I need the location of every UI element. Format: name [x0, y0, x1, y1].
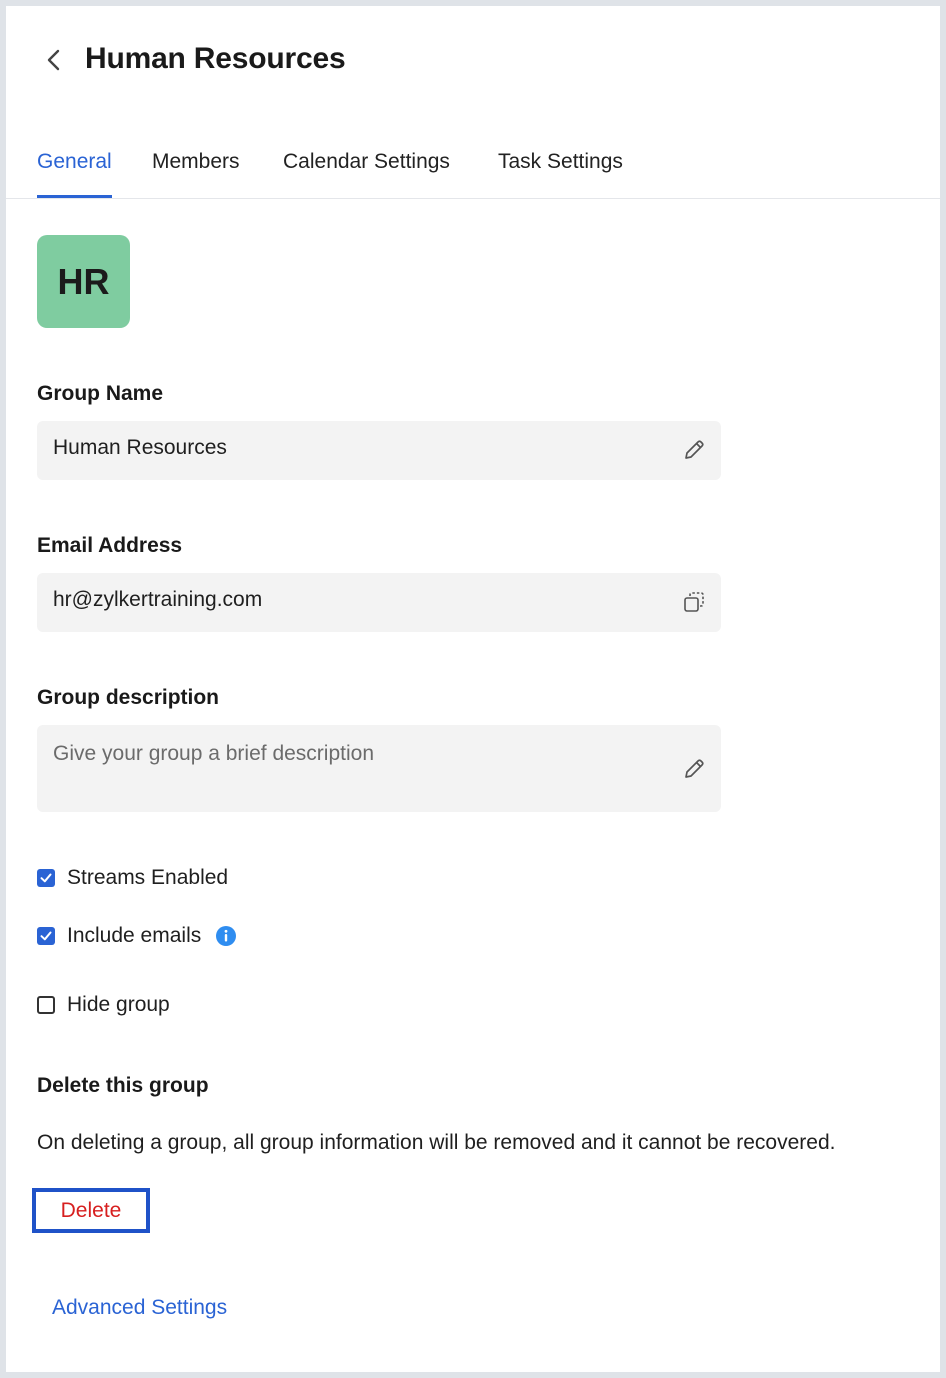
- include-emails-label: Include emails: [67, 924, 202, 947]
- checkmark-icon: [40, 873, 52, 883]
- delete-section-heading: Delete this group: [37, 1074, 209, 1097]
- tab-task-settings[interactable]: Task Settings: [498, 150, 623, 196]
- email-field[interactable]: hr@zylkertraining.com: [37, 573, 721, 632]
- group-name-field[interactable]: Human Resources: [37, 421, 721, 480]
- pencil-icon[interactable]: [681, 437, 707, 463]
- email-value: hr@zylkertraining.com: [53, 588, 263, 611]
- copy-icon[interactable]: [681, 589, 707, 615]
- include-emails-option: Include emails: [37, 921, 237, 951]
- info-icon[interactable]: [215, 925, 237, 947]
- tab-bar: General Members Calendar Settings Task S…: [6, 144, 940, 199]
- streams-enabled-label: Streams Enabled: [67, 866, 229, 889]
- group-avatar[interactable]: HR: [37, 235, 130, 328]
- streams-enabled-option: Streams Enabled: [37, 863, 228, 893]
- description-placeholder: Give your group a brief description: [53, 742, 374, 765]
- header: Human Resources: [6, 6, 940, 116]
- tab-general[interactable]: General: [37, 150, 112, 198]
- hide-group-option: Hide group: [37, 990, 170, 1020]
- advanced-settings-link[interactable]: Advanced Settings: [52, 1296, 227, 1320]
- hide-group-label: Hide group: [67, 993, 170, 1016]
- checkmark-icon: [40, 931, 52, 941]
- back-button[interactable]: [38, 44, 70, 76]
- include-emails-checkbox[interactable]: [37, 927, 55, 945]
- email-label: Email Address: [37, 534, 183, 557]
- chevron-left-icon: [47, 49, 60, 71]
- pencil-icon[interactable]: [681, 756, 707, 782]
- group-settings-panel: Human Resources General Members Calendar…: [6, 6, 940, 1372]
- streams-enabled-checkbox[interactable]: [37, 869, 55, 887]
- delete-section-description: On deleting a group, all group informati…: [37, 1131, 836, 1154]
- group-name-value: Human Resources: [53, 436, 227, 459]
- description-label: Group description: [37, 686, 220, 709]
- tab-calendar-settings[interactable]: Calendar Settings: [283, 150, 450, 196]
- description-field[interactable]: Give your group a brief description: [37, 725, 721, 812]
- group-name-label: Group Name: [37, 382, 164, 405]
- tab-members[interactable]: Members: [152, 150, 240, 196]
- hide-group-checkbox[interactable]: [37, 996, 55, 1014]
- page-title: Human Resources: [85, 42, 346, 75]
- delete-button[interactable]: Delete: [32, 1188, 150, 1233]
